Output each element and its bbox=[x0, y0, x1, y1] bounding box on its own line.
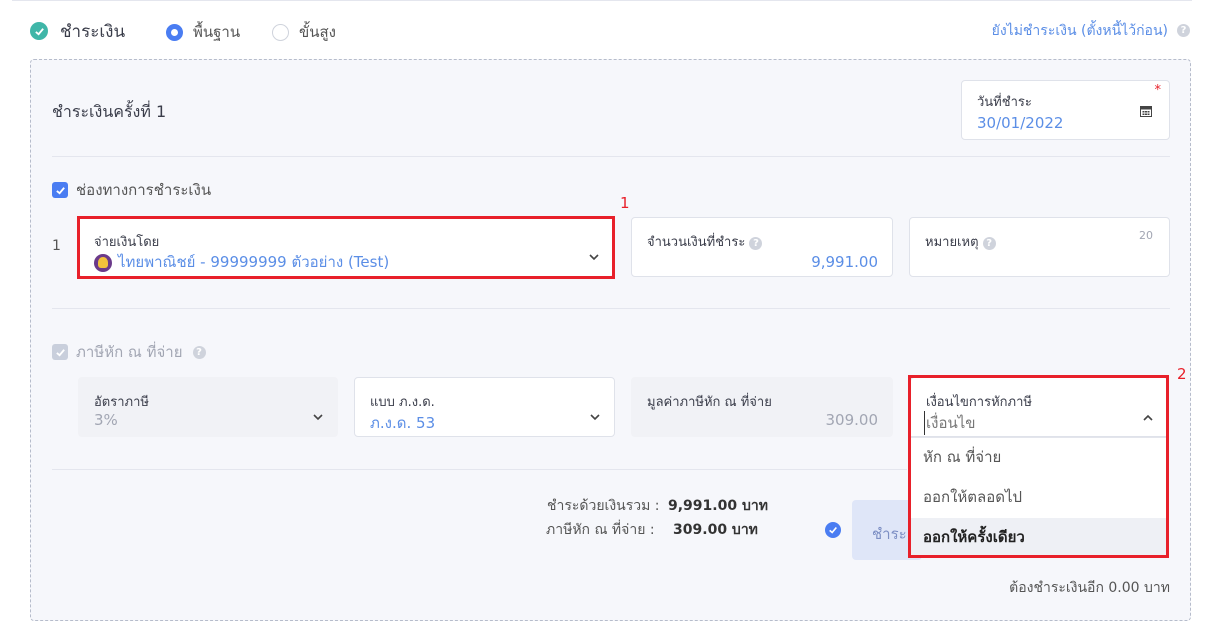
remaining-amount: ต้องชำระเงินอีก 0.00 บาท bbox=[1009, 580, 1170, 596]
note-char-counter: 20 bbox=[1139, 229, 1153, 242]
help-icon[interactable]: ? bbox=[192, 345, 206, 359]
payment-date-value: 30/01/2022 bbox=[977, 114, 1064, 132]
chevron-down-icon[interactable] bbox=[311, 410, 325, 424]
summary-total-label: ชำระด้วยเงินรวม : bbox=[547, 498, 660, 514]
payment-header: ชำระเงิน bbox=[30, 18, 125, 44]
top-divider bbox=[12, 0, 1192, 3]
payment-title: ชำระเงินครั้งที่ 1 bbox=[52, 102, 167, 121]
highlight-box-2 bbox=[908, 375, 1169, 558]
payment-date-field[interactable]: วันที่ชำระ * 30/01/2022 bbox=[961, 80, 1170, 140]
payment-channel-label: ช่องทางการชำระเงิน bbox=[76, 181, 212, 199]
row-number: 1 bbox=[52, 238, 61, 254]
summary-total-value: 9,991.00 บาท bbox=[667, 498, 768, 514]
required-mark: * bbox=[1154, 83, 1162, 98]
withholding-checkbox[interactable]: ภาษีหัก ณ ที่จ่าย ? bbox=[52, 340, 206, 364]
help-icon[interactable]: ? bbox=[1177, 24, 1190, 37]
annotation-number-2: 2 bbox=[1177, 365, 1187, 383]
radio-unselected-icon[interactable] bbox=[272, 23, 289, 41]
payment-header-title: ชำระเงิน bbox=[60, 21, 126, 42]
payment-date-label: วันที่ชำระ bbox=[977, 95, 1032, 110]
wht-amount-label: มูลค่าภาษีหัก ณ ที่จ่าย bbox=[647, 395, 772, 410]
radio-advanced-label: ขั้นสูง bbox=[299, 23, 336, 41]
note-label: หมายเหตุ bbox=[925, 235, 979, 250]
tax-rate-value: 3% bbox=[94, 411, 118, 429]
section-divider bbox=[52, 308, 1170, 309]
radio-advanced[interactable]: ขั้นสูง bbox=[272, 20, 336, 44]
pay-button-label: ชำระ bbox=[872, 525, 907, 543]
radio-basic[interactable]: พื้นฐาน bbox=[166, 20, 240, 44]
calendar-icon[interactable] bbox=[1140, 105, 1152, 117]
tax-form-value: ภ.ง.ด. 53 bbox=[370, 414, 436, 432]
summary-wht: ภาษีหัก ณ ที่จ่าย : 309.00 บาท bbox=[546, 519, 758, 541]
wht-amount-value: 309.00 bbox=[825, 411, 879, 429]
tax-form-select[interactable]: แบบ ภ.ง.ด. ภ.ง.ด. 53 bbox=[354, 377, 615, 437]
wht-amount-field: มูลค่าภาษีหัก ณ ที่จ่าย 309.00 bbox=[631, 377, 893, 437]
highlight-box-1 bbox=[77, 216, 615, 279]
summary-wht-label: ภาษีหัก ณ ที่จ่าย : bbox=[546, 522, 655, 538]
note-field[interactable]: หมายเหตุ ? 20 bbox=[909, 217, 1170, 277]
radio-selected-icon[interactable] bbox=[166, 23, 183, 41]
note-label-wrap: หมายเหตุ ? bbox=[925, 231, 996, 252]
radio-basic-label: พื้นฐาน bbox=[193, 23, 241, 41]
withholding-label: ภาษีหัก ณ ที่จ่าย bbox=[76, 343, 183, 361]
help-icon[interactable]: ? bbox=[749, 237, 763, 250]
amount-label: จำนวนเงินที่ชำระ bbox=[647, 235, 746, 250]
checkbox-disabled-icon bbox=[52, 344, 68, 360]
amount-field[interactable]: จำนวนเงินที่ชำระ ? 9,991.00 bbox=[631, 217, 893, 277]
tax-rate-select[interactable]: อัตราภาษี 3% bbox=[78, 377, 338, 437]
unpaid-link[interactable]: ยังไม่ชำระเงิน (ตั้งหนี้ไว้ก่อน) bbox=[992, 20, 1168, 42]
annotation-number-1: 1 bbox=[620, 194, 630, 212]
check-circle-icon bbox=[30, 22, 48, 40]
chevron-down-icon[interactable] bbox=[588, 410, 602, 424]
tax-form-label: แบบ ภ.ง.ด. bbox=[370, 395, 435, 410]
checkbox-checked-icon[interactable] bbox=[52, 182, 68, 198]
summary-wht-value: 309.00 บาท bbox=[673, 522, 758, 538]
amount-value: 9,991.00 bbox=[811, 253, 878, 271]
payment-channel-checkbox[interactable]: ช่องทางการชำระเงิน bbox=[52, 178, 211, 202]
section-divider bbox=[52, 469, 907, 470]
confirm-check-icon bbox=[825, 522, 841, 538]
help-icon[interactable]: ? bbox=[982, 237, 996, 250]
amount-label-wrap: จำนวนเงินที่ชำระ ? bbox=[647, 231, 763, 252]
summary-total: ชำระด้วยเงินรวม : 9,991.00 บาท bbox=[547, 495, 768, 517]
section-divider bbox=[52, 156, 1170, 157]
tax-rate-label: อัตราภาษี bbox=[94, 395, 149, 410]
